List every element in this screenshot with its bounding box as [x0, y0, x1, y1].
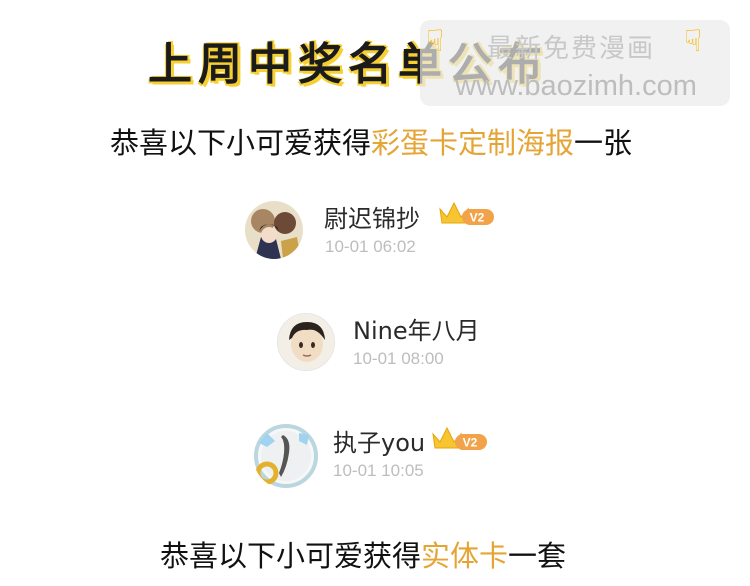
avatar[interactable] [245, 201, 303, 259]
prize-name: 实体卡 [421, 539, 509, 573]
winner-time: 10-01 08:00 [353, 349, 444, 368]
winner-time: 10-01 06:02 [325, 237, 416, 256]
winner-name: 尉迟锦抄 [324, 205, 420, 233]
announcement-suffix: 一套 [508, 539, 567, 573]
prize-name: 彩蛋卡定制海报 [371, 126, 575, 160]
vip-badge-icon: V2 [432, 426, 487, 450]
watermark: ☟ 最新免费漫画 ☟ www.baozimh.com [420, 20, 730, 106]
announcement-suffix: 一张 [574, 126, 633, 160]
winner-item: 尉迟锦抄 V2 10-01 06:02 [245, 195, 515, 275]
vip-badge-icon: V2 [439, 201, 494, 225]
badge-label: V2 [470, 211, 485, 225]
winner-item: Nine年八月 10-01 08:00 [277, 308, 537, 388]
winner-time: 10-01 10:05 [333, 461, 424, 480]
watermark-url: www.baozimh.com [455, 70, 697, 102]
prize-announcement-2: 恭喜以下小可爱获得实体卡一套 [160, 533, 566, 575]
winner-name: 执子you [333, 429, 426, 457]
prize-announcement-1: 恭喜以下小可爱获得彩蛋卡定制海报一张 [110, 120, 632, 162]
winner-item: 执子you V2 10-01 10:05 [253, 418, 513, 498]
announcement-prefix: 恭喜以下小可爱获得 [110, 126, 372, 160]
pointing-hand-icon: ☟ [684, 24, 703, 59]
pointing-hand-icon: ☟ [426, 24, 445, 59]
announcement-prefix: 恭喜以下小可爱获得 [160, 539, 422, 573]
winner-name: Nine年八月 [353, 317, 480, 345]
badge-label: V2 [463, 436, 478, 450]
avatar[interactable] [253, 423, 319, 489]
avatar[interactable] [277, 313, 335, 371]
watermark-text: 最新免费漫画 [486, 34, 655, 64]
